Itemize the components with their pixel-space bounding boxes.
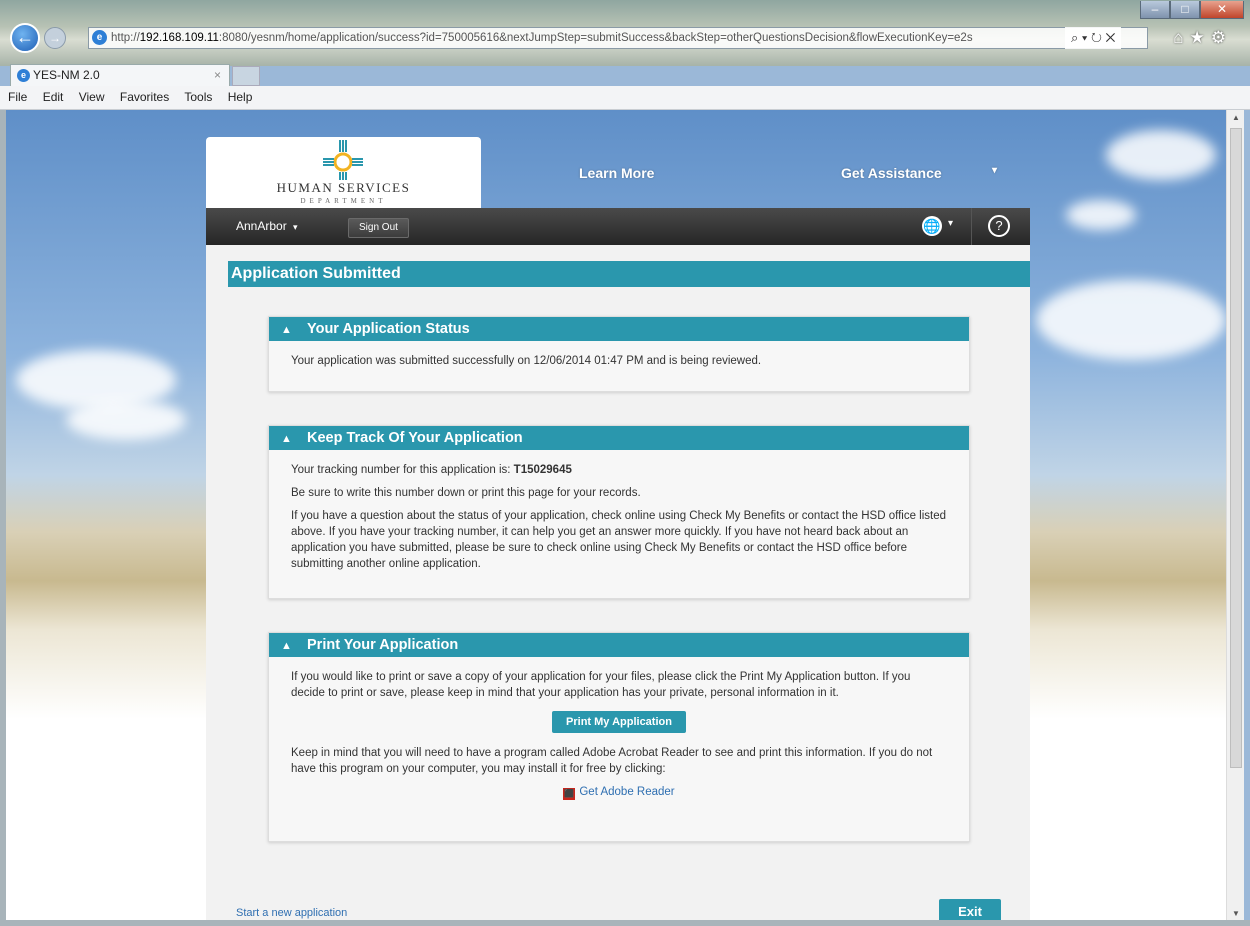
back-arrow-icon[interactable]: ← [10,23,40,53]
get-adobe-reader-link[interactable]: ⬛ Get Adobe Reader [291,784,947,800]
page-title: Application Submitted [228,261,1030,287]
background-cloud [1066,200,1136,230]
window-border [0,920,1250,926]
menu-bar: File Edit View Favorites Tools Help [0,86,1250,110]
sign-out-button[interactable]: Sign Out [348,218,409,238]
exit-button[interactable]: Exit [939,899,1001,922]
start-new-application-link[interactable]: Start a new application [236,907,347,919]
menu-favorites[interactable]: Favorites [120,90,169,104]
tab-close-icon[interactable]: × [214,65,221,85]
page-viewport: HUMAN SERVICES DEPARTMENT Learn More Get… [6,110,1226,922]
url-prefix: http:// [111,32,140,44]
track-card: ▲ Keep Track Of Your Application Your tr… [268,425,970,599]
user-dropdown[interactable]: AnnArbor ▾ [236,219,298,233]
home-favorites-settings-icons[interactable]: ⌂★⚙ [1173,28,1232,48]
logo-title: HUMAN SERVICES [276,180,411,195]
background-cloud [66,400,186,440]
tracking-number: T15029645 [513,464,572,476]
adobe-link-label: Get Adobe Reader [579,786,675,798]
tab-title: YES-NM 2.0 [33,68,100,82]
help-icon[interactable]: ? [988,215,1010,237]
status-card-body: Your application was submitted successfu… [269,341,969,369]
status-card-header[interactable]: ▲ Your Application Status [269,317,969,341]
status-text: Your application was submitted successfu… [291,355,762,367]
main-content: Application Submitted ▲ Your Application… [206,245,1030,922]
ie-page-icon: e [92,30,107,45]
nav-buttons: ← → [10,22,66,54]
get-assistance-link[interactable]: Get Assistance [841,165,942,181]
vertical-scrollbar[interactable]: ▲ ▼ [1226,110,1244,922]
scroll-up-icon[interactable]: ▲ [1227,110,1245,126]
globe-icon[interactable]: 🌐 [922,216,942,236]
background-cloud [1106,130,1216,180]
address-tools-icons[interactable]: ⌕ ▾ ↻ ✕ [1065,27,1122,49]
minimize-icon[interactable]: – [1140,1,1170,19]
collapse-triangle-icon: ▲ [281,640,292,652]
print-card-header[interactable]: ▲ Print Your Application [269,633,969,657]
toolbar-divider [971,208,972,245]
get-assistance-caret-icon[interactable]: ▾ [992,165,997,176]
menu-edit[interactable]: Edit [43,90,64,104]
tracking-number-line: Your tracking number for this applicatio… [291,462,947,478]
window-controls: – □ ✕ [1140,1,1244,19]
print-card-body: If you would like to print or save a cop… [269,657,969,800]
learn-more-link[interactable]: Learn More [579,165,654,181]
print-intro-text: If you would like to print or save a cop… [291,671,911,699]
forward-arrow-icon[interactable]: → [44,27,66,49]
print-my-application-button[interactable]: Print My Application [552,711,686,733]
print-card: ▲ Print Your Application If you would li… [268,632,970,842]
scroll-thumb[interactable] [1230,128,1242,768]
pdf-icon: ⬛ [563,788,576,800]
status-card-title: Your Application Status [307,321,470,337]
track-card-title: Keep Track Of Your Application [307,430,523,446]
browser-tab[interactable]: e YES-NM 2.0 × [10,64,230,86]
adobe-note-text: Keep in mind that you will need to have … [291,747,933,775]
print-card-title: Print Your Application [307,637,459,653]
new-tab-button[interactable] [232,66,260,86]
language-chevron-icon[interactable]: ▾ [948,218,953,229]
close-icon[interactable]: ✕ [1200,1,1244,19]
track-help-text: If you have a question about the status … [291,510,947,570]
menu-help[interactable]: Help [228,90,253,104]
background-cloud [1036,280,1226,360]
zia-sun-icon [323,140,363,180]
user-toolbar: AnnArbor ▾ Sign Out 🌐 ▾ ? [206,208,1030,245]
menu-tools[interactable]: Tools [184,90,212,104]
track-card-body: Your tracking number for this applicatio… [269,450,969,572]
track-card-header[interactable]: ▲ Keep Track Of Your Application [269,426,969,450]
address-bar[interactable]: http://192.168.109.11:8080/yesnm/home/ap… [88,27,1148,49]
hsd-logo[interactable]: HUMAN SERVICES DEPARTMENT [206,137,481,211]
status-card: ▲ Your Application Status Your applicati… [268,316,970,392]
collapse-triangle-icon: ▲ [281,324,292,336]
menu-file[interactable]: File [8,90,27,104]
user-name: AnnArbor [236,219,287,233]
logo-subtitle: DEPARTMENT [300,197,387,205]
menu-view[interactable]: View [79,90,105,104]
url-host: 192.168.109.11 [139,32,219,44]
tracking-number-label: Your tracking number for this applicatio… [291,464,514,476]
chevron-down-icon: ▾ [293,222,298,232]
browser-titlebar: – □ ✕ ← → http://192.168.109.11:8080/yes… [0,0,1250,66]
tab-ie-icon: e [17,69,30,82]
url-rest: :8080/yesnm/home/application/success?id=… [218,32,973,44]
collapse-triangle-icon: ▲ [281,433,292,445]
maximize-icon[interactable]: □ [1170,1,1200,19]
track-note: Be sure to write this number down or pri… [291,487,641,499]
